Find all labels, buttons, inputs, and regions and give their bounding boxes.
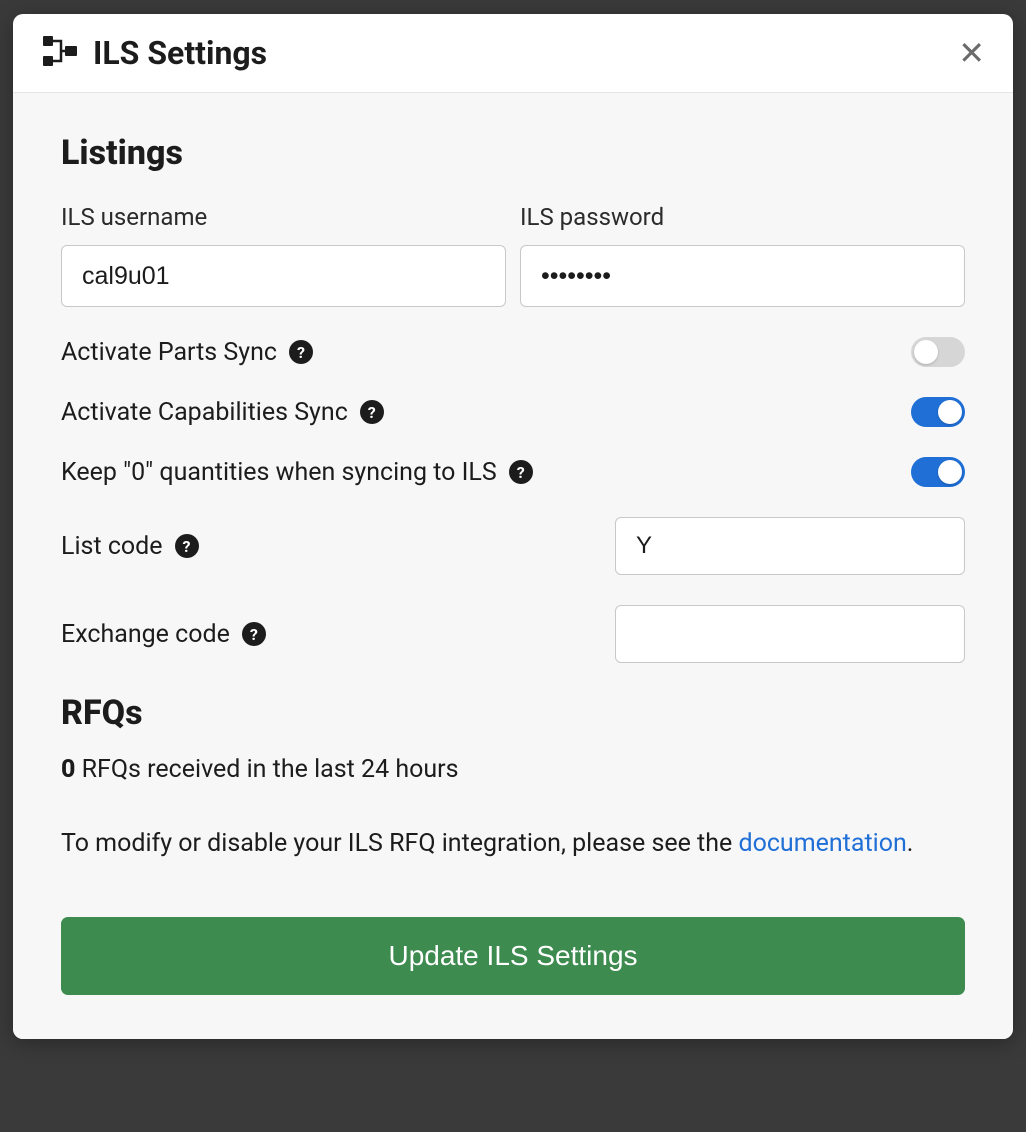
settings-icon (41, 32, 79, 74)
modal-header-left: ILS Settings (41, 32, 267, 74)
rfq-note-prefix: To modify or disable your ILS RFQ integr… (61, 829, 738, 858)
keep-zero-row: Keep "0" quantities when syncing to ILS … (61, 457, 965, 487)
modal-header: ILS Settings ✕ (13, 14, 1013, 93)
rfq-note-suffix: . (907, 829, 914, 858)
capabilities-sync-label: Activate Capabilities Sync (61, 398, 348, 427)
credentials-row: ILS username ILS password (61, 203, 965, 307)
username-label: ILS username (61, 203, 506, 231)
update-settings-button[interactable]: Update ILS Settings (61, 917, 965, 995)
parts-sync-label: Activate Parts Sync (61, 338, 277, 367)
password-label: ILS password (520, 203, 965, 231)
parts-sync-label-wrap: Activate Parts Sync ? (61, 338, 313, 367)
rfq-count-text: 0 RFQs received in the last 24 hours (61, 755, 965, 784)
help-icon[interactable]: ? (360, 400, 384, 424)
ils-settings-modal: ILS Settings ✕ Listings ILS username ILS… (13, 14, 1013, 1039)
toggle-knob (938, 460, 962, 484)
exchange-code-label-wrap: Exchange code ? (61, 620, 266, 649)
capabilities-sync-row: Activate Capabilities Sync ? (61, 397, 965, 427)
capabilities-sync-label-wrap: Activate Capabilities Sync ? (61, 398, 384, 427)
keep-zero-toggle[interactable] (911, 457, 965, 487)
list-code-label: List code (61, 532, 163, 561)
rfq-count-suffix: RFQs received in the last 24 hours (75, 755, 458, 784)
documentation-link[interactable]: documentation (738, 829, 906, 858)
rfq-note: To modify or disable your ILS RFQ integr… (61, 826, 965, 861)
list-code-label-wrap: List code ? (61, 532, 199, 561)
listings-section-title: Listings (61, 133, 965, 173)
modal-body: Listings ILS username ILS password Activ… (13, 93, 1013, 1039)
rfq-count-value: 0 (61, 755, 75, 784)
help-icon[interactable]: ? (509, 460, 533, 484)
rfqs-section-title: RFQs (61, 693, 965, 733)
parts-sync-toggle[interactable] (911, 337, 965, 367)
list-code-input[interactable] (615, 517, 965, 575)
password-field: ILS password (520, 203, 965, 307)
keep-zero-label-wrap: Keep "0" quantities when syncing to ILS … (61, 458, 533, 487)
close-icon[interactable]: ✕ (958, 37, 985, 69)
help-icon[interactable]: ? (175, 534, 199, 558)
exchange-code-label: Exchange code (61, 620, 230, 649)
exchange-code-row: Exchange code ? (61, 605, 965, 663)
password-input[interactable] (520, 245, 965, 307)
modal-title: ILS Settings (93, 34, 267, 72)
help-icon[interactable]: ? (242, 622, 266, 646)
toggle-knob (914, 340, 938, 364)
help-icon[interactable]: ? (289, 340, 313, 364)
exchange-code-input[interactable] (615, 605, 965, 663)
capabilities-sync-toggle[interactable] (911, 397, 965, 427)
toggle-knob (938, 400, 962, 424)
username-input[interactable] (61, 245, 506, 307)
list-code-row: List code ? (61, 517, 965, 575)
parts-sync-row: Activate Parts Sync ? (61, 337, 965, 367)
username-field: ILS username (61, 203, 506, 307)
keep-zero-label: Keep "0" quantities when syncing to ILS (61, 458, 497, 487)
